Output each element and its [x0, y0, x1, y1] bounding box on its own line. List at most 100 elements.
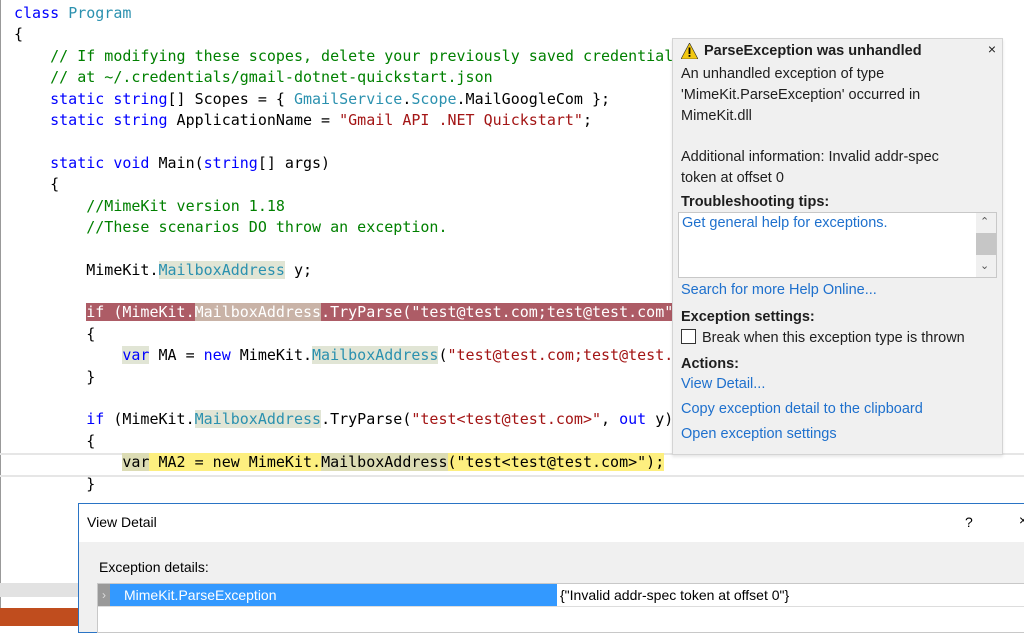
code-token: { — [14, 25, 24, 44]
code-token: // at ~/.credentials/gmail-dotnet-quicks… — [50, 68, 493, 87]
break-checkbox-label: Break when this exception type is thrown — [702, 330, 965, 346]
code-token: if — [86, 410, 105, 429]
code-token: { — [14, 431, 96, 450]
code-line[interactable]: //These scenarios DO throw an exception. — [14, 217, 709, 238]
code-token: //These scenarios DO throw an exception. — [86, 217, 448, 236]
close-icon[interactable]: × — [988, 41, 996, 57]
info-line: token at offset 0 — [681, 170, 784, 186]
message-line: An unhandled exception of type — [681, 66, 885, 82]
code-line[interactable]: static void Main(string[] args) — [14, 153, 709, 174]
code-token: [] args) — [257, 153, 331, 172]
code-token: "test<test@test.com>" — [411, 410, 602, 429]
message-line: MimeKit.dll — [681, 108, 752, 124]
code-token: var — [122, 453, 150, 472]
message-line: 'MimeKit.ParseException' occurred in — [681, 87, 921, 103]
code-token: Scope — [411, 89, 457, 108]
code-token: MailboxAddress — [194, 410, 322, 429]
code-line[interactable]: MimeKit.MailboxAddress y; — [14, 260, 709, 281]
scroll-down-icon[interactable]: ⌄ — [980, 259, 989, 272]
code-token: } — [14, 474, 96, 493]
code-token: out — [619, 410, 647, 429]
general-help-link[interactable]: Get general help for exceptions. — [682, 215, 888, 231]
code-token: string — [203, 153, 258, 172]
code-line[interactable] — [14, 281, 709, 302]
row-name[interactable]: MimeKit.ParseException — [110, 584, 557, 606]
code-line[interactable]: var MA = new MimeKit.MailboxAddress("tes… — [14, 345, 709, 366]
search-online-link[interactable]: Search for more Help Online... — [681, 280, 877, 301]
code-line[interactable]: // at ~/.credentials/gmail-dotnet-quicks… — [14, 67, 709, 88]
view-detail-dialog: View Detail ? × Exception details: › Mim… — [78, 503, 1024, 633]
code-line[interactable]: // If modifying these scopes, delete you… — [14, 46, 709, 67]
copy-detail-link[interactable]: Copy exception detail to the clipboard — [681, 399, 923, 420]
code-line[interactable]: { — [14, 324, 709, 345]
expand-icon[interactable]: › — [98, 584, 110, 606]
dialog-title: View Detail — [79, 504, 1024, 542]
code-token: (MimeKit. — [104, 410, 195, 429]
code-line[interactable]: class Program — [14, 3, 709, 24]
code-line[interactable]: { — [14, 24, 709, 45]
help-button[interactable]: ? — [965, 514, 973, 530]
code-editor[interactable]: class Program{ // If modifying these sco… — [14, 3, 709, 495]
code-line[interactable]: var MA2 = new MimeKit.MailboxAddress("te… — [14, 452, 709, 473]
exception-details-label: Exception details: — [99, 559, 209, 575]
tips-scrollbar[interactable]: ⌃ ⌄ — [976, 213, 996, 277]
code-token: static void — [50, 153, 150, 172]
code-token: static string — [50, 89, 168, 108]
code-token: ; — [582, 110, 592, 129]
code-token: ("test<test@test.com>"); — [447, 453, 665, 472]
close-button[interactable]: × — [1019, 512, 1024, 528]
row-value: {"Invalid addr-spec token at offset 0"} — [560, 587, 790, 603]
code-line[interactable]: static string ApplicationName = "Gmail A… — [14, 110, 709, 131]
scroll-up-icon[interactable]: ⌃ — [980, 215, 989, 228]
break-checkbox[interactable] — [681, 329, 696, 344]
code-token: y; — [284, 260, 313, 279]
exception-helper-popup: ParseException was unhandled × An unhand… — [672, 38, 1003, 455]
code-token: ApplicationName = — [167, 110, 340, 129]
code-token: } — [14, 367, 96, 386]
code-token: MimeKit. — [14, 260, 159, 279]
code-line[interactable]: { — [14, 431, 709, 452]
code-line[interactable]: } — [14, 367, 709, 388]
code-line[interactable]: //MimeKit version 1.18 — [14, 196, 709, 217]
code-token: MailboxAddress — [158, 260, 285, 279]
code-token: if (MimeKit. — [86, 303, 195, 322]
popup-header: ParseException was unhandled — [681, 43, 922, 59]
tips-list: Get general help for exceptions. ⌃ ⌄ — [678, 212, 997, 278]
background-panel — [0, 583, 78, 597]
actions-heading: Actions: — [681, 356, 739, 372]
code-line[interactable] — [14, 388, 709, 409]
code-line[interactable]: if (MimeKit.MailboxAddress.TryParse("tes… — [14, 409, 709, 430]
code-token: MA = — [149, 346, 204, 365]
break-checkbox-row[interactable]: Break when this exception type is thrown — [681, 328, 965, 349]
warning-icon — [681, 43, 698, 59]
code-line[interactable]: { — [14, 174, 709, 195]
code-token: .TryParse("test@test.com;test@test.com" — [321, 303, 674, 322]
exception-message: An unhandled exception of type 'MimeKit.… — [681, 64, 920, 127]
code-line[interactable]: if (MimeKit.MailboxAddress.TryParse("tes… — [14, 302, 709, 323]
code-line[interactable] — [14, 131, 709, 152]
code-line[interactable]: } — [14, 474, 709, 495]
scroll-thumb[interactable] — [976, 233, 996, 255]
code-token: "Gmail API .NET Quickstart" — [339, 110, 583, 129]
view-detail-link[interactable]: View Detail... — [681, 374, 765, 395]
code-token: new — [203, 346, 231, 365]
code-token: MailboxAddress — [194, 303, 322, 322]
open-settings-link[interactable]: Open exception settings — [681, 424, 837, 445]
code-token: MA2 = new MimeKit. — [149, 453, 322, 472]
code-line[interactable]: static string[] Scopes = { GmailService.… — [14, 89, 709, 110]
code-token: class — [14, 4, 69, 22]
status-bar — [0, 608, 78, 626]
code-line[interactable] — [14, 238, 709, 259]
row-divider — [98, 606, 1024, 607]
code-token: "test@test.com;test@test.com" — [447, 346, 710, 365]
code-token: MailboxAddress — [321, 453, 448, 472]
